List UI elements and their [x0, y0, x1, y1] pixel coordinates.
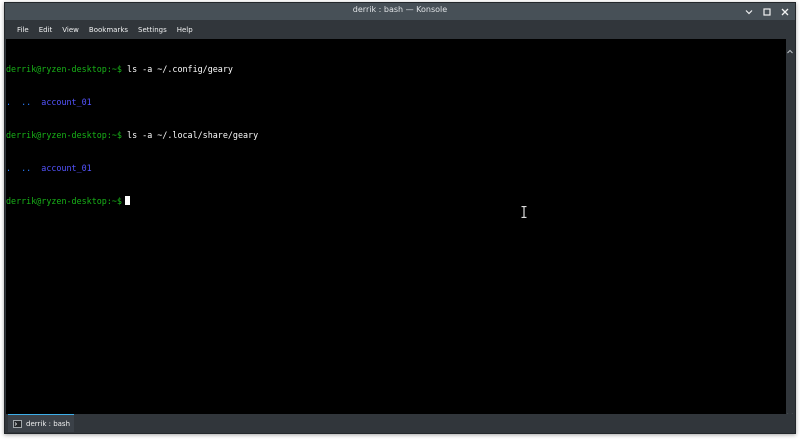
scroll-up-button[interactable] [787, 41, 793, 54]
dir-dots: . .. [6, 97, 32, 107]
shell-command: ls -a ~/.config/geary [121, 64, 233, 74]
dir-dots: . .. [6, 163, 32, 173]
menu-bar: File Edit View Bookmarks Settings Help [5, 20, 795, 39]
dir-entry: account_01 [31, 163, 92, 173]
menu-settings[interactable]: Settings [133, 26, 172, 34]
tab-bar: derrik : bash [5, 414, 795, 433]
chevron-down-icon [745, 9, 753, 14]
text-cursor [124, 196, 130, 205]
title-bar[interactable]: derrik : bash — Konsole [5, 3, 795, 20]
tab-label: derrik : bash [26, 419, 71, 428]
minimize-button[interactable] [745, 8, 753, 16]
shell-prompt: derrik@ryzen-desktop:~$ [6, 64, 122, 74]
tab-derrik-bash[interactable]: derrik : bash [8, 414, 74, 432]
maximize-icon [763, 7, 771, 16]
terminal-line: . .. account_01 [6, 97, 787, 108]
scroll-down-button[interactable] [787, 404, 793, 418]
terminal-output[interactable]: derrik@ryzen-desktop:~$ ls -a ~/.config/… [6, 39, 787, 414]
terminal-line: derrik@ryzen-desktop:~$ ls -a ~/.config/… [6, 64, 787, 75]
menu-help[interactable]: Help [172, 26, 198, 34]
close-icon [781, 8, 789, 15]
chevron-up-icon [787, 49, 793, 54]
terminal-line: derrik@ryzen-desktop:~$ [6, 196, 787, 207]
shell-command: ls -a ~/.local/share/geary [121, 130, 259, 140]
shell-prompt: derrik@ryzen-desktop:~$ [6, 130, 122, 140]
scrollbar[interactable] [786, 39, 794, 418]
menu-bookmarks[interactable]: Bookmarks [84, 26, 133, 34]
konsole-window: derrik : bash — Konsole File Edit View B… [4, 2, 796, 434]
terminal-line: derrik@ryzen-desktop:~$ ls -a ~/.local/s… [6, 130, 787, 141]
menu-edit[interactable]: Edit [34, 26, 58, 34]
dir-entry: account_01 [31, 97, 92, 107]
window-title: derrik : bash — Konsole [352, 5, 448, 14]
maximize-button[interactable] [763, 7, 771, 16]
menu-view[interactable]: View [57, 26, 84, 34]
shell-prompt: derrik@ryzen-desktop:~$ [6, 196, 122, 206]
close-button[interactable] [781, 8, 789, 16]
terminal-icon [13, 419, 22, 428]
ibeam-cursor-icon [521, 203, 527, 219]
terminal-line: . .. account_01 [6, 163, 787, 174]
menu-file[interactable]: File [12, 26, 34, 34]
window-controls [745, 4, 789, 19]
